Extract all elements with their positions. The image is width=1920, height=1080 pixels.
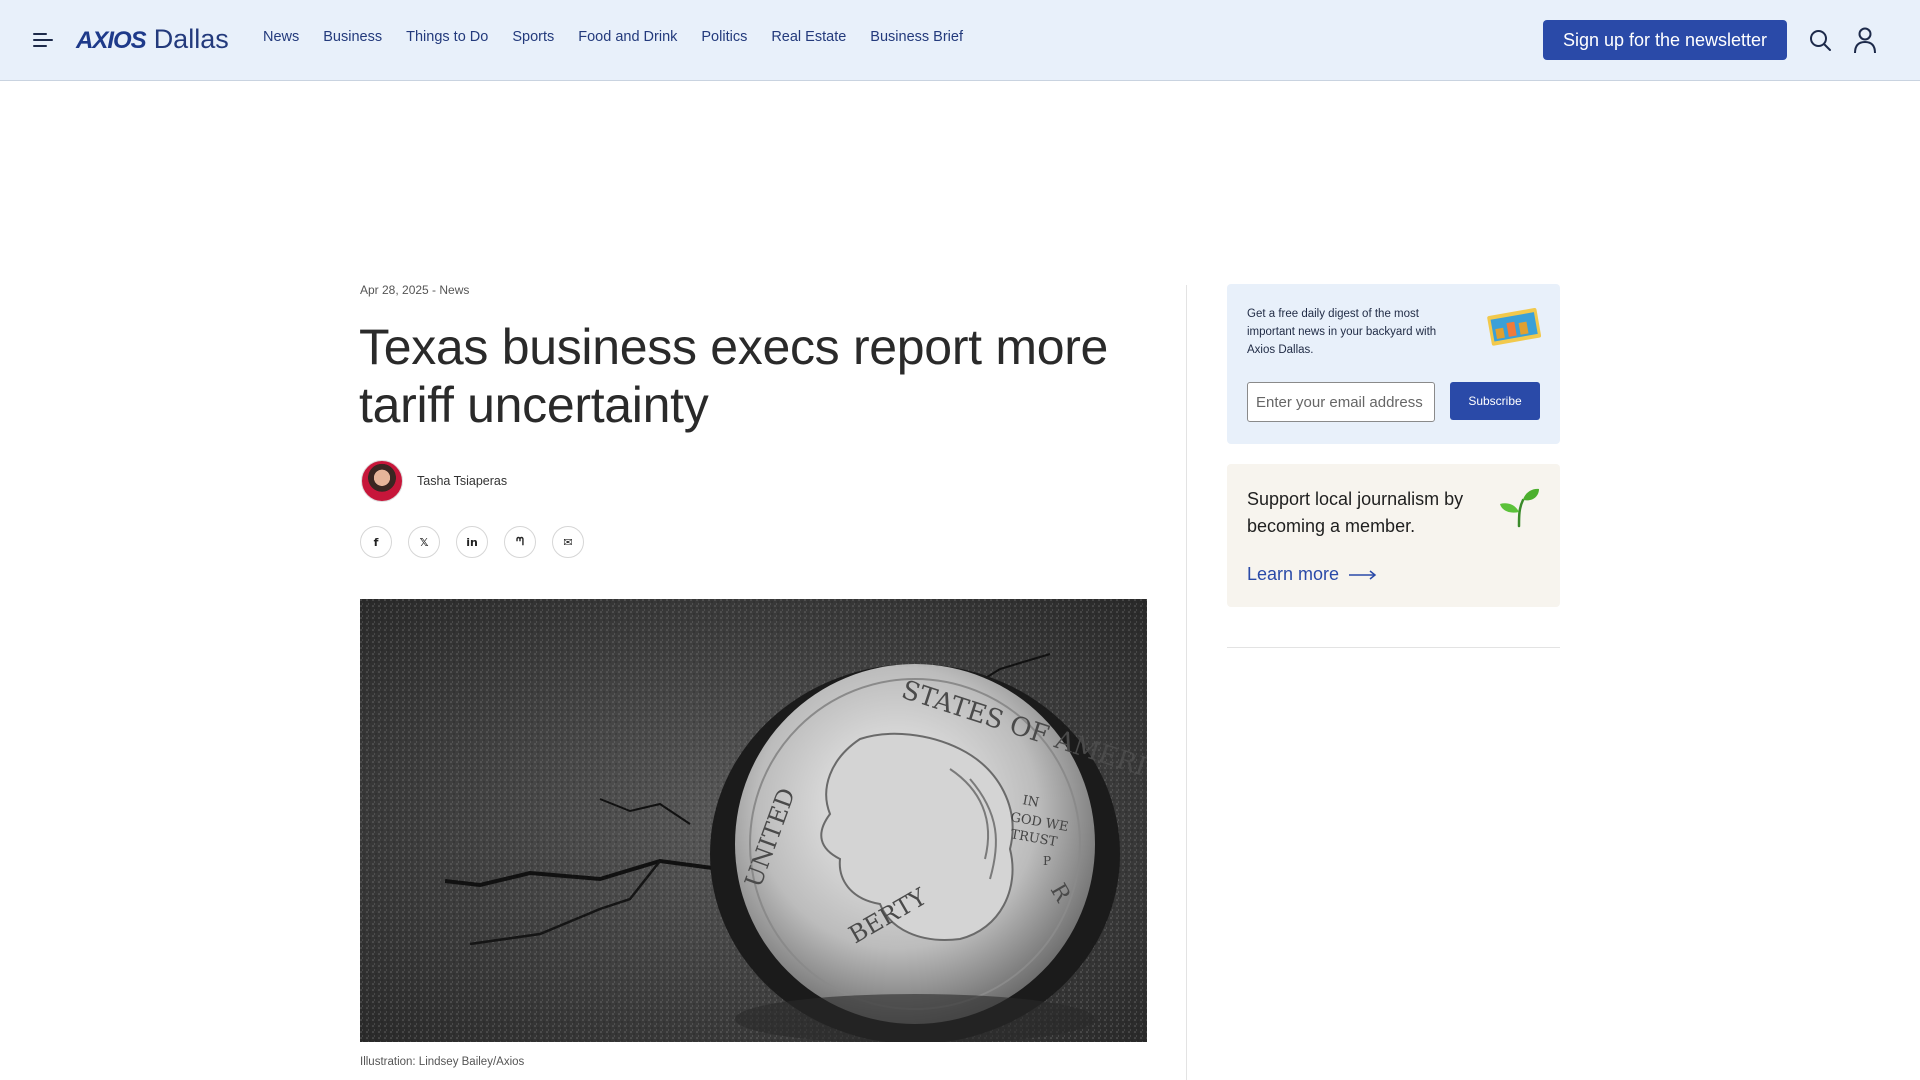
nav-item-news[interactable]: News — [263, 29, 299, 45]
subscribe-button[interactable]: Subscribe — [1450, 382, 1540, 420]
coin-illustration: STATES OF AMERICA UNITED IN GOD WE TRUST… — [360, 599, 1147, 1042]
postcard-illustration — [1487, 308, 1541, 346]
logo-city: Dallas — [153, 24, 229, 54]
image-caption: Illustration: Lindsey Bailey/Axios — [360, 1056, 525, 1068]
author-avatar[interactable] — [361, 460, 403, 502]
linkedin-share-icon[interactable]: in — [456, 526, 488, 558]
site-header: AXIOS Dallas News Business Things to Do … — [0, 0, 1920, 81]
share-bar: f 𝕏 in ᘉ ✉ — [360, 526, 584, 558]
column-divider — [1186, 285, 1187, 1080]
learn-more-link[interactable]: Learn more — [1247, 564, 1377, 585]
arrow-right-icon — [1349, 569, 1377, 580]
threads-share-icon[interactable]: ᘉ — [504, 526, 536, 558]
newsletter-signup-button[interactable]: Sign up for the newsletter — [1543, 20, 1787, 60]
membership-card: Support local journalism by becoming a m… — [1227, 464, 1560, 607]
x-share-icon[interactable]: 𝕏 — [408, 526, 440, 558]
nav-item-things-to-do[interactable]: Things to Do — [406, 29, 488, 45]
article-dateline: Apr 28, 2025 - News — [360, 283, 470, 297]
nav-item-sports[interactable]: Sports — [512, 29, 554, 45]
nav-item-business[interactable]: Business — [323, 29, 382, 45]
learn-more-label: Learn more — [1247, 564, 1340, 584]
email-share-icon[interactable]: ✉ — [552, 526, 584, 558]
email-input[interactable] — [1247, 382, 1435, 422]
nav-item-food-and-drink[interactable]: Food and Drink — [578, 29, 677, 45]
user-icon[interactable] — [1853, 26, 1877, 54]
facebook-share-icon[interactable]: f — [360, 526, 392, 558]
coin-mint-mark: P — [1043, 854, 1051, 868]
membership-text: Support local journalism by becoming a m… — [1247, 489, 1464, 536]
search-icon[interactable] — [1808, 28, 1832, 52]
site-logo[interactable]: AXIOS Dallas — [76, 24, 229, 56]
nav-item-real-estate[interactable]: Real Estate — [771, 29, 846, 45]
coin-motto-1: IN — [1021, 793, 1040, 811]
menu-icon[interactable] — [33, 32, 53, 48]
logo-brand: AXIOS — [76, 27, 147, 54]
nav-item-politics[interactable]: Politics — [701, 29, 747, 45]
author-name[interactable]: Tasha Tsiaperas — [417, 474, 507, 488]
nav-item-business-brief[interactable]: Business Brief — [870, 29, 963, 45]
newsletter-card: Get a free daily digest of the most impo… — [1227, 284, 1560, 444]
author-byline[interactable]: Tasha Tsiaperas — [361, 460, 507, 502]
newsletter-description: Get a free daily digest of the most impo… — [1247, 308, 1437, 356]
sprout-icon — [1500, 488, 1539, 528]
hero-image: STATES OF AMERICA UNITED IN GOD WE TRUST… — [360, 599, 1147, 1042]
article-headline: Texas business execs report more tariff … — [359, 319, 1109, 433]
sidebar-divider — [1227, 647, 1560, 648]
main-nav: News Business Things to Do Sports Food a… — [263, 29, 963, 45]
